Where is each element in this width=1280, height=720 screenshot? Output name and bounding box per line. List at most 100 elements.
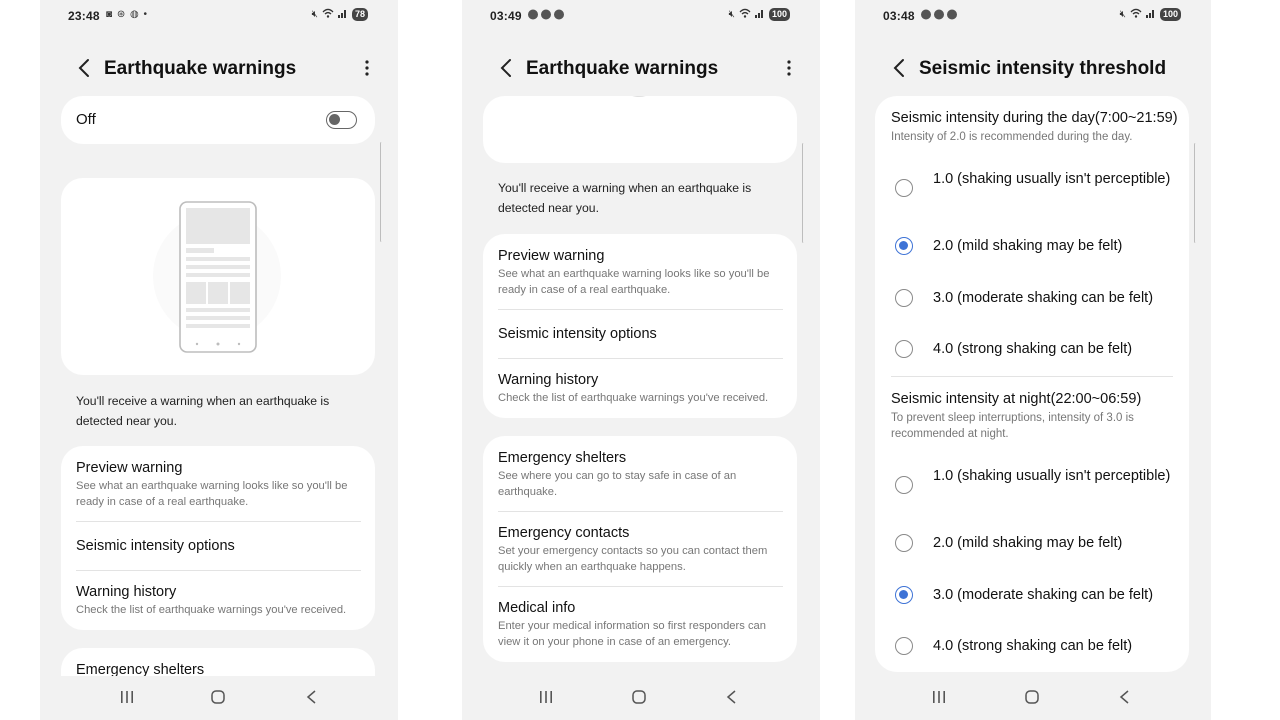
divider	[498, 309, 783, 310]
item-subtitle: Enter your medical information so first …	[498, 620, 766, 648]
item-subtitle: See what an earthquake warning looks lik…	[76, 480, 348, 508]
divider	[76, 521, 361, 522]
divider	[498, 358, 783, 359]
item-subtitle: Set your emergency contacts so you can c…	[498, 545, 768, 573]
warning-history-item[interactable]: Warning history Check the list of earthq…	[76, 584, 360, 619]
radio-button[interactable]	[895, 534, 913, 552]
battery-indicator: 78	[351, 8, 368, 21]
emergency-contacts-item[interactable]: Emergency contacts Set your emergency co…	[498, 525, 782, 575]
recents-icon[interactable]	[539, 690, 553, 704]
radio-button[interactable]	[895, 340, 913, 358]
status-time: 03:49	[490, 9, 522, 23]
night-section-subtitle: To prevent sleep interruptions, intensit…	[891, 412, 1134, 440]
back-icon[interactable]	[305, 690, 319, 704]
back-icon[interactable]	[1118, 690, 1132, 704]
master-switch-toggle[interactable]	[326, 111, 357, 129]
signal-icon	[1145, 8, 1156, 21]
more-vertical-icon[interactable]	[780, 58, 798, 78]
item-title: Warning history	[76, 584, 177, 600]
phone-illustration-icon	[153, 201, 281, 353]
medical-info-item[interactable]: Medical info Enter your medical informat…	[498, 600, 782, 650]
radio-button[interactable]	[895, 237, 913, 255]
navigation-bar	[462, 676, 820, 720]
chevron-left-icon[interactable]	[74, 57, 96, 79]
day-section-heading: Seismic intensity during the day(7:00~21…	[891, 110, 1178, 126]
option-label: 3.0 (moderate shaking can be felt)	[933, 290, 1154, 306]
navigation-bar	[40, 676, 398, 720]
battery-indicator: 100	[768, 8, 790, 21]
recents-icon[interactable]	[120, 690, 134, 704]
mute-icon: 🔇︎	[311, 9, 318, 20]
more-vertical-icon[interactable]	[358, 58, 376, 78]
app-bar: Seismic intensity threshold	[855, 54, 1211, 82]
divider	[891, 376, 1173, 377]
feature-description: You'll receive a warning when an earthqu…	[76, 394, 330, 428]
status-time: 03:48	[883, 9, 915, 23]
item-subtitle: Check the list of earthquake warnings yo…	[76, 604, 347, 616]
wifi-icon	[739, 8, 751, 21]
item-title: Medical info	[498, 600, 576, 616]
item-subtitle: Check the list of earthquake warnings yo…	[498, 392, 769, 404]
preview-warning-item[interactable]: Preview warning See what an earthquake w…	[76, 460, 360, 510]
toggle-knob	[329, 114, 340, 125]
radio-button[interactable]	[895, 179, 913, 197]
seismic-intensity-options-item[interactable]: Seismic intensity options	[76, 538, 360, 554]
item-title: Preview warning	[76, 460, 183, 476]
scrollbar[interactable]	[802, 143, 805, 243]
home-icon[interactable]	[1025, 690, 1039, 704]
status-bar: 03:48 🔇︎ 100	[855, 8, 1211, 24]
illustration-card	[61, 178, 375, 375]
option-label: 4.0 (strong shaking can be felt)	[933, 341, 1133, 357]
radio-button[interactable]	[895, 586, 913, 604]
divider	[76, 570, 361, 571]
back-icon[interactable]	[725, 690, 739, 704]
night-section-heading: Seismic intensity at night(22:00~06:59)	[891, 391, 1142, 407]
item-title: Emergency contacts	[498, 525, 630, 541]
mute-icon: 🔇︎	[1119, 9, 1126, 20]
master-switch-card[interactable]: Off	[61, 96, 375, 144]
status-time: 23:48	[68, 9, 100, 23]
feature-description: You'll receive a warning when an earthqu…	[498, 181, 752, 215]
page-title: Earthquake warnings	[526, 58, 719, 79]
wifi-icon	[1130, 8, 1142, 21]
radio-button[interactable]	[895, 476, 913, 494]
status-bar: 23:48 ◙ ⊛ ◍ • 🔇︎ 78	[40, 8, 398, 24]
battery-indicator: 100	[1159, 8, 1181, 21]
item-title: Seismic intensity options	[498, 326, 657, 342]
navigation-bar	[855, 676, 1211, 720]
scrollbar[interactable]	[380, 142, 383, 242]
chevron-left-icon[interactable]	[889, 57, 911, 79]
item-title: Emergency shelters	[498, 450, 627, 466]
chevron-left-icon[interactable]	[496, 57, 518, 79]
notification-icons: ◙ ⊛ ◍ •	[106, 9, 148, 20]
option-label: 1.0 (shaking usually isn't perceptible)	[933, 171, 1171, 187]
recents-icon[interactable]	[932, 690, 946, 704]
threshold-card: Seismic intensity during the day(7:00~21…	[875, 96, 1189, 672]
seismic-intensity-options-item[interactable]: Seismic intensity options	[498, 326, 782, 342]
wifi-icon	[322, 8, 334, 21]
divider	[498, 586, 783, 587]
illustration-card	[483, 96, 797, 163]
item-title: Seismic intensity options	[76, 538, 235, 554]
option-label: 3.0 (moderate shaking can be felt)	[933, 587, 1154, 603]
mute-icon: 🔇︎	[728, 9, 735, 20]
status-right: 🔇︎ 100	[729, 8, 790, 21]
page-title: Earthquake warnings	[104, 58, 297, 79]
scrollbar[interactable]	[1194, 143, 1197, 243]
home-icon[interactable]	[632, 690, 646, 704]
app-bar: Earthquake warnings	[462, 54, 820, 82]
home-icon[interactable]	[211, 690, 225, 704]
radio-button[interactable]	[895, 637, 913, 655]
radio-button[interactable]	[895, 289, 913, 307]
warning-history-item[interactable]: Warning history Check the list of earthq…	[498, 372, 782, 407]
settings-card: Preview warning See what an earthquake w…	[61, 446, 375, 630]
option-label: 2.0 (mild shaking may be felt)	[933, 238, 1123, 254]
settings-card: Preview warning See what an earthquake w…	[483, 234, 797, 418]
phone-screen-earthquake-warnings-scrolled: 03:49 🔇︎ 100 Earthquake warnings You'll …	[462, 0, 820, 720]
notification-icons	[921, 9, 959, 23]
status-bar: 03:49 🔇︎ 100	[462, 8, 820, 24]
preview-warning-item[interactable]: Preview warning See what an earthquake w…	[498, 248, 782, 298]
emergency-shelters-item[interactable]: Emergency shelters See where you can go …	[498, 450, 782, 500]
page-title: Seismic intensity threshold	[919, 58, 1167, 79]
day-section-subtitle: Intensity of 2.0 is recommended during t…	[891, 131, 1133, 143]
